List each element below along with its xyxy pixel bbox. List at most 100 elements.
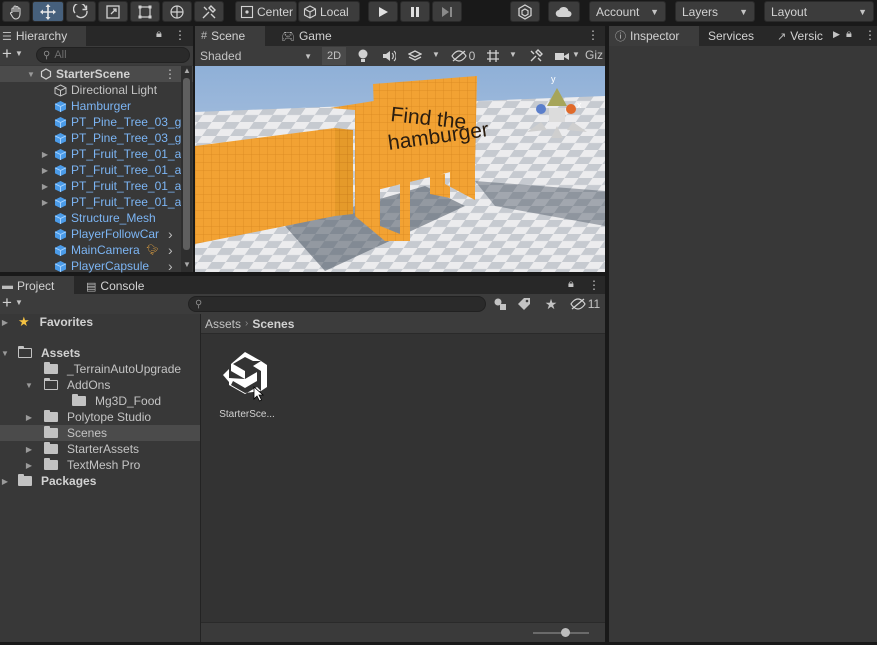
lock-icon[interactable]: 🔒︎ (568, 278, 574, 291)
rotate-tool-button[interactable] (66, 1, 96, 22)
add-icon[interactable]: + (2, 293, 12, 313)
chevron-down-icon[interactable]: ▼ (15, 49, 23, 58)
chevron-down-icon[interactable]: ▼ (15, 298, 23, 307)
more-options-icon[interactable]: ⋮ (864, 28, 876, 42)
foldout-closed-icon[interactable]: ▶ (24, 461, 34, 470)
hierarchy-scrollbar[interactable]: ▲ ▼ (181, 66, 192, 272)
hierarchy-item[interactable]: ▶ PT_Fruit_Tree_01_a (0, 146, 181, 162)
play-button[interactable] (368, 1, 398, 22)
foldout-closed-icon[interactable]: ▶ (0, 477, 10, 486)
more-options-icon[interactable]: ⋮ (587, 28, 599, 42)
shading-mode-dropdown[interactable]: Shaded ▼ (197, 47, 315, 65)
grid-toggle-button[interactable] (483, 48, 503, 64)
foldout-closed-icon[interactable]: ▶ (40, 150, 50, 159)
tab-inspector[interactable]: ⓘ Inspector (609, 26, 699, 46)
hierarchy-item[interactable]: ▶ PT_Fruit_Tree_01_a (0, 178, 181, 194)
project-search-input[interactable]: ⚲ (188, 296, 486, 312)
cloud-button[interactable] (548, 1, 580, 22)
project-folder-row[interactable]: _TerrainAutoUpgrade (0, 361, 200, 377)
hierarchy-search-input[interactable]: ⚲ All (36, 47, 190, 63)
custom-tool-button[interactable] (194, 1, 224, 22)
breadcrumb-scenes[interactable]: Scenes (252, 317, 294, 331)
lighting-toggle-button[interactable] (352, 48, 374, 64)
hierarchy-item[interactable]: Directional Light (0, 82, 181, 98)
hand-tool-button[interactable] (2, 1, 30, 22)
hierarchy-item[interactable]: PlayerFollowCar › (0, 226, 181, 242)
asset-item[interactable]: StarterSce... (215, 348, 279, 420)
pivot-rotation-button[interactable]: Local (298, 1, 360, 22)
scroll-down-icon[interactable]: ▼ (183, 260, 191, 269)
tab-scene[interactable]: # Scene (195, 26, 265, 46)
hierarchy-item[interactable]: Hamburger (0, 98, 181, 114)
more-options-icon[interactable]: ⋮ (588, 278, 600, 292)
lock-icon[interactable]: 🔒︎ (156, 28, 162, 41)
hierarchy-item[interactable]: Structure_Mesh (0, 210, 181, 226)
layout-dropdown[interactable]: Layout ▼ (764, 1, 874, 22)
favorites-row[interactable]: ▶ ★ Favorites (0, 314, 200, 330)
tab-version-control[interactable]: ↗ Versic (771, 26, 827, 46)
scene-row[interactable]: ▼ StarterScene ⋮ (0, 66, 193, 82)
scene-viewport[interactable]: Find the hamburger y x (195, 66, 605, 272)
foldout-closed-icon[interactable]: ▶ (24, 445, 34, 454)
pivot-mode-button[interactable]: Center (235, 1, 297, 22)
chevron-right-icon[interactable]: › (168, 258, 173, 274)
layers-dropdown[interactable]: Layers ▼ (675, 1, 755, 22)
toggle-2d-button[interactable]: 2D (322, 47, 346, 65)
project-folder-row[interactable]: ▶ TextMesh Pro (0, 457, 200, 473)
account-dropdown[interactable]: Account ▼ (589, 1, 666, 22)
foldout-closed-icon[interactable]: ▶ (24, 413, 34, 422)
chevron-down-icon[interactable]: ▼ (509, 50, 517, 59)
hierarchy-item[interactable]: PT_Pine_Tree_03_g (0, 130, 181, 146)
collab-button[interactable] (510, 1, 540, 22)
hidden-objects-button[interactable]: 0 (447, 48, 479, 64)
scale-tool-button[interactable] (98, 1, 128, 22)
pause-button[interactable] (400, 1, 430, 22)
hierarchy-item[interactable]: ▶ PT_Fruit_Tree_01_a (0, 194, 181, 210)
transform-tool-button[interactable] (162, 1, 192, 22)
icon-size-slider-handle[interactable] (561, 628, 570, 637)
move-tool-button[interactable] (32, 1, 64, 22)
tab-game[interactable]: 🎮︎ Game (275, 26, 338, 46)
foldout-closed-icon[interactable]: ▶ (40, 182, 50, 191)
gizmos-dropdown[interactable]: Giz (585, 48, 605, 64)
scene-tools-button[interactable] (526, 48, 546, 64)
effects-toggle-button[interactable] (404, 48, 426, 64)
hierarchy-item[interactable]: PlayerCapsule › (0, 258, 181, 274)
more-options-icon[interactable]: ⋮ (164, 67, 176, 81)
hierarchy-item[interactable]: ▶ PT_Fruit_Tree_01_a (0, 162, 181, 178)
foldout-open-icon[interactable]: ▼ (0, 349, 10, 358)
foldout-closed-icon[interactable]: ▶ (0, 318, 10, 327)
hierarchy-item[interactable]: PT_Pine_Tree_03_g (0, 114, 181, 130)
project-folder-row[interactable]: ▶ Polytope Studio (0, 409, 200, 425)
scroll-up-icon[interactable]: ▲ (183, 66, 191, 75)
audio-toggle-button[interactable] (378, 48, 400, 64)
hidden-packages-button[interactable]: 11 (566, 296, 604, 312)
foldout-open-icon[interactable]: ▼ (26, 70, 36, 79)
project-folder-row[interactable]: ▶ StarterAssets (0, 441, 200, 457)
tab-services[interactable]: Services (702, 26, 760, 46)
more-options-icon[interactable]: ⋮ (174, 28, 186, 42)
chevron-right-icon[interactable]: › (168, 242, 173, 258)
scrollbar-thumb[interactable] (183, 78, 190, 250)
foldout-closed-icon[interactable]: ▶ (40, 198, 50, 207)
search-by-label-button[interactable] (514, 296, 534, 312)
tab-hierarchy[interactable]: ☰ Hierarchy (0, 26, 86, 46)
rect-tool-button[interactable] (130, 1, 160, 22)
assets-row[interactable]: ▼ Assets (0, 345, 200, 361)
chevron-right-icon[interactable]: ▶ (833, 29, 840, 40)
search-by-type-button[interactable] (490, 296, 510, 312)
step-button[interactable] (432, 1, 462, 22)
packages-row[interactable]: ▶ Packages (0, 473, 200, 489)
foldout-open-icon[interactable]: ▼ (24, 381, 34, 390)
project-folder-row[interactable]: Scenes (0, 425, 200, 441)
breadcrumb-assets[interactable]: Assets (205, 317, 241, 331)
camera-button[interactable] (552, 48, 572, 64)
project-folder-row[interactable]: ▼ AddOns (0, 377, 200, 393)
add-icon[interactable]: + (2, 44, 12, 64)
chevron-down-icon[interactable]: ▼ (572, 50, 580, 59)
chevron-down-icon[interactable]: ▼ (432, 50, 440, 59)
lock-icon[interactable]: 🔒︎ (846, 28, 852, 41)
hierarchy-item[interactable]: MainCamera 🐤︎ › (0, 242, 181, 258)
favorites-star-button[interactable]: ★ (540, 296, 562, 312)
project-folder-row[interactable]: Mg3D_Food (0, 393, 200, 409)
